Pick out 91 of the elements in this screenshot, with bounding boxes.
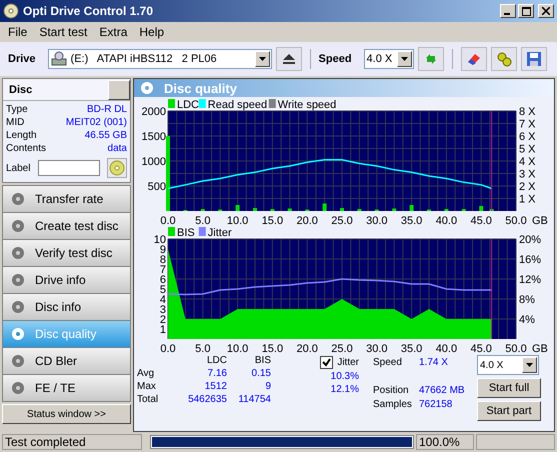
axis-tick-label: 35.0 bbox=[400, 215, 422, 225]
status-text: Test completed bbox=[2, 434, 142, 450]
axis-label: GB bbox=[532, 343, 548, 353]
field-label: Contents bbox=[6, 143, 46, 156]
axis-tick-label: 2 bbox=[160, 314, 166, 326]
axis-tick-label: 1000 bbox=[142, 156, 166, 168]
axis-tick-label: 45.0 bbox=[470, 215, 492, 225]
axis-tick-label: 40.0 bbox=[436, 215, 458, 225]
axis-tick-label: 25.0 bbox=[331, 343, 353, 353]
field-value: 46.55 GB bbox=[84, 130, 127, 143]
axis-tick-label: 10.0 bbox=[226, 215, 248, 225]
column-header: LDC bbox=[206, 355, 227, 366]
axis-tick-label: 3 bbox=[160, 304, 166, 316]
axis-tick-label: 0.0 bbox=[160, 343, 176, 353]
axis-tick-label: 30.0 bbox=[366, 215, 388, 225]
window-title: Opti Drive Control 1.70 bbox=[23, 4, 154, 18]
disc-title: Disc bbox=[9, 84, 32, 96]
row-label: Max bbox=[137, 381, 157, 392]
field-value: MEIT02 (001) bbox=[66, 117, 127, 130]
axis-tick-label: 1 X bbox=[519, 194, 536, 206]
legend-label: Write speed bbox=[278, 99, 336, 111]
axis-tick-label: 35.0 bbox=[400, 343, 422, 353]
axis-tick-label: 3 X bbox=[519, 168, 536, 180]
axis-tick-label: 10 bbox=[154, 234, 166, 246]
drive-label: Drive bbox=[8, 53, 36, 65]
axis-tick-label: 4 X bbox=[519, 156, 536, 168]
legend-label: BIS bbox=[177, 227, 195, 239]
axis-tick-label: 40.0 bbox=[436, 343, 458, 353]
legend-label: Read speed bbox=[208, 99, 268, 111]
axis-tick-label: 5 X bbox=[519, 144, 536, 156]
axis-tick-label: 4% bbox=[519, 314, 535, 326]
axis-tick-label: 50.0 bbox=[505, 343, 527, 353]
axis-tick-label: 8% bbox=[519, 294, 535, 306]
axis-tick-label: 9 bbox=[160, 244, 166, 256]
axis-tick-label: 7 X bbox=[519, 118, 536, 130]
axis-tick-label: 6 X bbox=[519, 131, 536, 143]
axis-tick-label: 25.0 bbox=[331, 215, 353, 225]
field-value: BD-R DL bbox=[86, 104, 127, 117]
axis-tick-label: 15.0 bbox=[262, 343, 284, 353]
info-value: 762158 bbox=[419, 398, 454, 410]
stat-value: 114754 bbox=[237, 394, 271, 405]
axis-label: GB bbox=[532, 215, 548, 225]
axis-tick-label: 20.0 bbox=[296, 343, 318, 353]
field-label: Length bbox=[6, 130, 37, 143]
axis-tick-label: 8 bbox=[160, 254, 166, 266]
legend-label: LDC bbox=[177, 99, 200, 111]
axis-tick-label: 10.0 bbox=[226, 343, 248, 353]
axis-tick-label: 45.0 bbox=[470, 343, 492, 353]
axis-tick-label: 2000 bbox=[142, 106, 166, 118]
stat-value: 9 bbox=[264, 381, 271, 392]
axis-tick-label: 20.0 bbox=[296, 215, 318, 225]
panel-title: Disc quality bbox=[164, 80, 237, 96]
info-value: 47662 MB bbox=[419, 384, 466, 396]
axis-tick-label: 500 bbox=[148, 181, 166, 193]
stat-value: 5462635 bbox=[187, 394, 227, 405]
axis-tick-label: 2 X bbox=[519, 181, 536, 193]
axis-tick-label: 6 bbox=[160, 274, 166, 286]
axis-tick-label: 5 bbox=[160, 284, 166, 296]
axis-tick-label: 4 bbox=[160, 294, 166, 306]
info-label: Position bbox=[373, 384, 410, 396]
row-label: Total bbox=[137, 394, 160, 405]
axis-tick-label: 8 X bbox=[519, 106, 536, 118]
axis-tick-label: 0.0 bbox=[160, 215, 176, 225]
field-label: Type bbox=[6, 104, 28, 117]
axis-tick-label: 5.0 bbox=[195, 215, 210, 225]
progress-percent: 100.0% bbox=[416, 434, 474, 450]
axis-tick-label: 30.0 bbox=[366, 343, 388, 353]
axis-tick-label: 50.0 bbox=[505, 215, 527, 225]
stat-value: 1512 bbox=[204, 381, 227, 392]
axis-tick-label: 20% bbox=[519, 234, 542, 246]
axis-tick-label: 1500 bbox=[142, 131, 166, 143]
axis-tick-label: 7 bbox=[160, 264, 166, 276]
info-label: Samples bbox=[373, 398, 413, 410]
info-label: Speed bbox=[373, 356, 403, 368]
info-value: 1.74 X bbox=[419, 356, 449, 368]
speed-label: Speed bbox=[318, 53, 352, 65]
field-label: Label bbox=[6, 162, 30, 174]
axis-tick-label: 1 bbox=[160, 324, 166, 336]
field-value: data bbox=[108, 143, 127, 156]
stat-value: 0.15 bbox=[250, 368, 271, 379]
jitter-value: 10.3% bbox=[330, 371, 359, 382]
stat-value: 7.16 bbox=[206, 368, 227, 379]
field-label: MID bbox=[6, 117, 24, 130]
jitter-value: 12.1% bbox=[330, 384, 359, 395]
axis-tick-label: 5.0 bbox=[195, 343, 210, 353]
row-label: Avg bbox=[137, 368, 156, 379]
axis-tick-label: 12% bbox=[519, 274, 542, 286]
axis-tick-label: 16% bbox=[519, 254, 542, 266]
legend-label: Jitter bbox=[208, 227, 232, 239]
axis-tick-label: 15.0 bbox=[262, 215, 284, 225]
column-header: BIS bbox=[254, 355, 271, 366]
